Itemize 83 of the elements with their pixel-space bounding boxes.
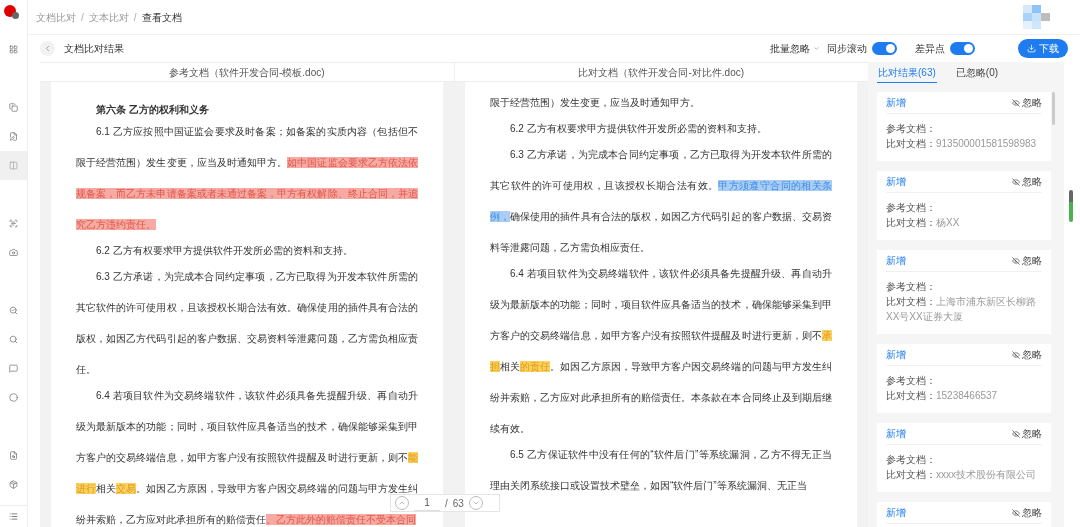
result-card[interactable]: 新增 忽略 参考文档： 比对文档：913500001581598983 xyxy=(877,92,1051,161)
search-check-icon xyxy=(9,306,18,315)
toggle-switch[interactable] xyxy=(872,42,897,55)
change-type: 新增 xyxy=(886,348,906,362)
document-header: 比对文档（软件开发合同-对比件.doc) xyxy=(578,65,745,80)
grid-icon xyxy=(9,45,18,54)
toggle-switch[interactable] xyxy=(950,42,975,55)
document-paragraph: 6.3 乙方承诺，为完成本合同约定事项，乙方已取得为开发本软件所需的其它软件的许可使用权，且该授权长期合法有效。确保使用的插件具有合法的版权，如因乙方代码引起的客户数据、交易资料等泄露问题，乙方需负相应责任。 xyxy=(76,270,418,377)
change-type: 新增 xyxy=(886,175,906,189)
page-input[interactable]: 1 xyxy=(414,495,440,511)
compare-text: 比对文档：15238466537 xyxy=(886,389,999,403)
reference-label: 参考文档： xyxy=(886,201,937,215)
scrollbar-thumb[interactable] xyxy=(1052,92,1055,125)
ignore-button[interactable]: 忽略 xyxy=(1012,505,1042,520)
sidebar-item[interactable] xyxy=(0,151,27,180)
camera-icon xyxy=(9,248,18,257)
eye-off-icon xyxy=(1012,429,1020,438)
breadcrumb-separator: / xyxy=(81,10,84,25)
toggle-label: 差异点 xyxy=(915,42,945,56)
eye-off-icon xyxy=(1012,350,1020,359)
result-tab[interactable]: 已忽略(0) xyxy=(954,62,1000,83)
eye-off-icon xyxy=(1012,508,1020,517)
toggle-label: 同步滚动 xyxy=(827,42,867,56)
document-paragraph: 6.1 乙方应按照中国证监会要求及时备案；如备案的实质内容（包括但不限于经营范围）发生变更，应当及时通知甲方。如中国证监会要求乙方依法依规备案，而乙方未申请备案或者未通过备案，甲方有权解除、终止合同，并追究乙方违约责任。 xyxy=(76,125,418,232)
document-paragraph: 限于经营范围）发生变更，应当及时通知甲方。 xyxy=(490,96,701,110)
result-card[interactable]: 新增 忽略 参考文档： 比对文档：上海市浦东新区长柳路XX号XX证券大厦 xyxy=(877,250,1051,334)
message-icon xyxy=(9,364,18,373)
ignore-button[interactable]: 忽略 xyxy=(1012,253,1042,268)
scan-text-icon xyxy=(9,219,18,228)
compare-text: 比对文档：上海市浦东新区长柳路XX号XX证券大厦 xyxy=(886,295,1037,324)
result-tab[interactable]: 比对结果(63) xyxy=(877,62,937,83)
change-type: 新增 xyxy=(886,506,906,520)
ignore-button[interactable]: 忽略 xyxy=(1012,95,1042,110)
document-paragraph: 6.2 乙方有权要求甲方提供软件开发所必需的资料和支持。 xyxy=(95,244,354,258)
reference-label: 参考文档： xyxy=(886,453,937,467)
search-icon xyxy=(9,335,18,344)
reference-label: 参考文档： xyxy=(886,374,937,388)
breadcrumb-separator: / xyxy=(133,10,137,25)
circle-icon xyxy=(9,393,18,402)
compare-text: 比对文档：杨XX xyxy=(886,216,961,230)
chevron-up-icon xyxy=(398,499,406,507)
change-type: 新增 xyxy=(886,96,906,110)
eye-off-icon xyxy=(1012,256,1020,265)
eye-off-icon xyxy=(1012,98,1020,107)
ignore-button[interactable]: 忽略 xyxy=(1012,174,1042,189)
result-card[interactable]: 新增 忽略 参考文档： 比对文档：xxxx技术股份有限公司 xyxy=(877,423,1051,492)
back-button[interactable] xyxy=(40,41,55,56)
columns-icon xyxy=(9,161,18,170)
file-edit-icon xyxy=(9,132,18,141)
ignore-button[interactable]: 忽略 xyxy=(1012,347,1042,362)
compare-text: 比对文档：913500001581598983 xyxy=(886,137,1038,151)
chevron-down-icon xyxy=(471,499,480,507)
download-button[interactable]: 下载 xyxy=(1018,39,1068,58)
document-paragraph: 6.2 乙方有权要求甲方提供软件开发所必需的资料和支持。 xyxy=(509,122,768,136)
page-total: 63 xyxy=(452,496,464,511)
back-icon xyxy=(43,44,52,53)
batch-ignore-dropdown[interactable]: 批量忽略 xyxy=(770,41,820,56)
avatar-icon[interactable] xyxy=(1023,5,1050,29)
result-card[interactable]: 新增 忽略 参考文档： 比对文档：15238466537 xyxy=(877,344,1051,413)
section-heading: 第六条 乙方的权利和义务 xyxy=(95,103,210,117)
document-paragraph: 6.5 乙方保证软件中没有任何的“软件后门”等系统漏洞，乙方不得无正当理由关闭系统接口或设置技术壁垒，如因“软件后门”等系统漏洞、无正当 xyxy=(490,448,832,493)
change-type: 新增 xyxy=(886,254,906,268)
caret-icon xyxy=(813,45,820,52)
document-header: 参考文档（软件开发合同-模板.doc) xyxy=(168,65,325,80)
change-type: 新增 xyxy=(886,427,906,441)
reference-label: 参考文档： xyxy=(886,122,937,136)
reference-label: 参考文档： xyxy=(886,280,937,294)
file-search-icon xyxy=(9,451,18,460)
eye-off-icon xyxy=(1012,177,1020,186)
copy-icon xyxy=(9,103,18,112)
menu-icon[interactable] xyxy=(9,512,18,521)
scroll-indicator[interactable] xyxy=(1069,190,1073,222)
document-paragraph: 6.3 乙方承诺，为完成本合同约定事项，乙方已取得为开发本软件所需的其它软件的许可使用权，且该授权长期合法有效。甲方须遵守合同的相关条例，确保使用的插件具有合法的版权，如因乙方代码引起的客户数据、交易资料等泄露问题，乙方需负相应责任。 xyxy=(490,148,832,255)
result-card[interactable]: 新增 忽略 参考文档： 比对文档：杨XX xyxy=(877,171,1051,240)
page-title: 文档比对结果 xyxy=(64,42,124,56)
compare-text: 比对文档：xxxx技术股份有限公司 xyxy=(886,468,1037,482)
logo-icon xyxy=(4,5,20,21)
result-card[interactable]: 新增 忽略 xyxy=(877,502,1051,527)
ignore-button[interactable]: 忽略 xyxy=(1012,426,1042,441)
page-separator: / xyxy=(445,496,448,511)
download-icon xyxy=(1027,44,1036,53)
breadcrumb-link[interactable]: 查看文档 xyxy=(141,9,182,25)
package-icon xyxy=(9,480,18,489)
